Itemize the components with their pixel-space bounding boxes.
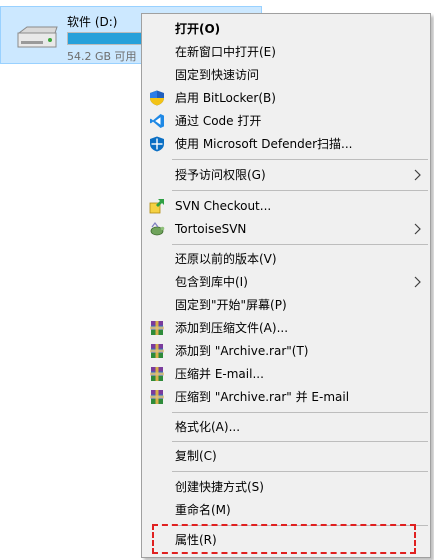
winrar-icon bbox=[150, 344, 164, 358]
menu-separator bbox=[172, 244, 428, 245]
menu-item-label: 启用 BitLocker(B) bbox=[175, 91, 276, 105]
menu-item-compress-rar-email[interactable]: 压缩到 "Archive.rar" 并 E-mail bbox=[144, 386, 428, 408]
menu-item-label: 通过 Code 打开 bbox=[175, 114, 262, 128]
menu-item-open-with-code[interactable]: 通过 Code 打开 bbox=[144, 110, 428, 132]
menu-separator bbox=[172, 159, 428, 160]
menu-item-label: TortoiseSVN bbox=[175, 222, 247, 236]
menu-item-label: 重命名(M) bbox=[175, 503, 231, 517]
drive-name: 软件 (D:) bbox=[67, 15, 118, 29]
menu-item-defender-scan[interactable]: 使用 Microsoft Defender扫描... bbox=[144, 133, 428, 155]
menu-item-label: 还原以前的版本(V) bbox=[175, 252, 277, 266]
menu-item-label: 固定到快速访问 bbox=[175, 68, 260, 82]
winrar-icon bbox=[150, 321, 164, 335]
menu-item-label: 格式化(A)... bbox=[175, 420, 241, 434]
menu-item-format[interactable]: 格式化(A)... bbox=[144, 416, 428, 438]
winrar-icon bbox=[150, 367, 164, 381]
menu-item-compress-email[interactable]: 压缩并 E-mail... bbox=[144, 363, 428, 385]
menu-item-open[interactable]: 打开(O) bbox=[144, 18, 428, 40]
menu-item-restore-previous[interactable]: 还原以前的版本(V) bbox=[144, 248, 428, 270]
winrar-icon bbox=[150, 390, 164, 404]
tortoisesvn-icon bbox=[150, 222, 165, 236]
menu-item-open-new-window[interactable]: 在新窗口中打开(E) bbox=[144, 41, 428, 63]
menu-separator bbox=[172, 471, 428, 472]
menu-item-label: 添加到 "Archive.rar"(T) bbox=[175, 344, 309, 358]
menu-item-pin-quick-access[interactable]: 固定到快速访问 bbox=[144, 64, 428, 86]
vscode-icon bbox=[150, 114, 164, 128]
menu-item-include-in-library[interactable]: 包含到库中(I) bbox=[144, 271, 428, 293]
menu-item-label: 固定到"开始"屏幕(P) bbox=[175, 298, 287, 312]
properties-highlight-box bbox=[152, 524, 416, 554]
svn-checkout-icon bbox=[149, 199, 164, 214]
menu-item-label: 添加到压缩文件(A)... bbox=[175, 321, 289, 335]
menu-item-svn-checkout[interactable]: SVN Checkout... bbox=[144, 195, 428, 217]
shield-icon bbox=[150, 90, 164, 106]
menu-item-bitlocker[interactable]: 启用 BitLocker(B) bbox=[144, 87, 428, 109]
menu-item-label: 创建快捷方式(S) bbox=[175, 480, 264, 494]
menu-item-copy[interactable]: 复制(C) bbox=[144, 445, 428, 467]
menu-item-rename[interactable]: 重命名(M) bbox=[144, 499, 428, 521]
menu-item-label: 打开(O) bbox=[175, 22, 221, 36]
menu-item-pin-to-start[interactable]: 固定到"开始"屏幕(P) bbox=[144, 294, 428, 316]
chevron-right-icon bbox=[414, 276, 421, 288]
menu-item-label: 压缩到 "Archive.rar" 并 E-mail bbox=[175, 390, 350, 404]
menu-item-tortoisesvn[interactable]: TortoiseSVN bbox=[144, 218, 428, 240]
menu-separator bbox=[172, 441, 428, 442]
menu-item-label: 在新窗口中打开(E) bbox=[175, 45, 276, 59]
context-menu: 打开(O) 在新窗口中打开(E) 固定到快速访问 启用 BitLocker(B)… bbox=[141, 13, 431, 558]
chevron-right-icon bbox=[414, 169, 421, 181]
menu-item-label: 复制(C) bbox=[175, 449, 217, 463]
menu-item-label: SVN Checkout... bbox=[175, 199, 272, 213]
menu-item-label: 压缩并 E-mail... bbox=[175, 367, 264, 381]
menu-item-label: 授予访问权限(G) bbox=[175, 168, 266, 182]
chevron-right-icon bbox=[414, 223, 421, 235]
drive-free-space: 54.2 GB 可用 bbox=[67, 50, 137, 63]
menu-separator bbox=[172, 190, 428, 191]
hard-drive-icon bbox=[17, 26, 58, 48]
menu-item-label: 包含到库中(I) bbox=[175, 275, 248, 289]
menu-separator bbox=[172, 412, 428, 413]
menu-item-create-shortcut[interactable]: 创建快捷方式(S) bbox=[144, 476, 428, 498]
menu-item-add-to-archive[interactable]: 添加到压缩文件(A)... bbox=[144, 317, 428, 339]
menu-item-add-to-archive-rar[interactable]: 添加到 "Archive.rar"(T) bbox=[144, 340, 428, 362]
menu-item-label: 使用 Microsoft Defender扫描... bbox=[175, 137, 353, 151]
menu-item-give-access[interactable]: 授予访问权限(G) bbox=[144, 164, 428, 186]
defender-icon bbox=[150, 136, 164, 152]
